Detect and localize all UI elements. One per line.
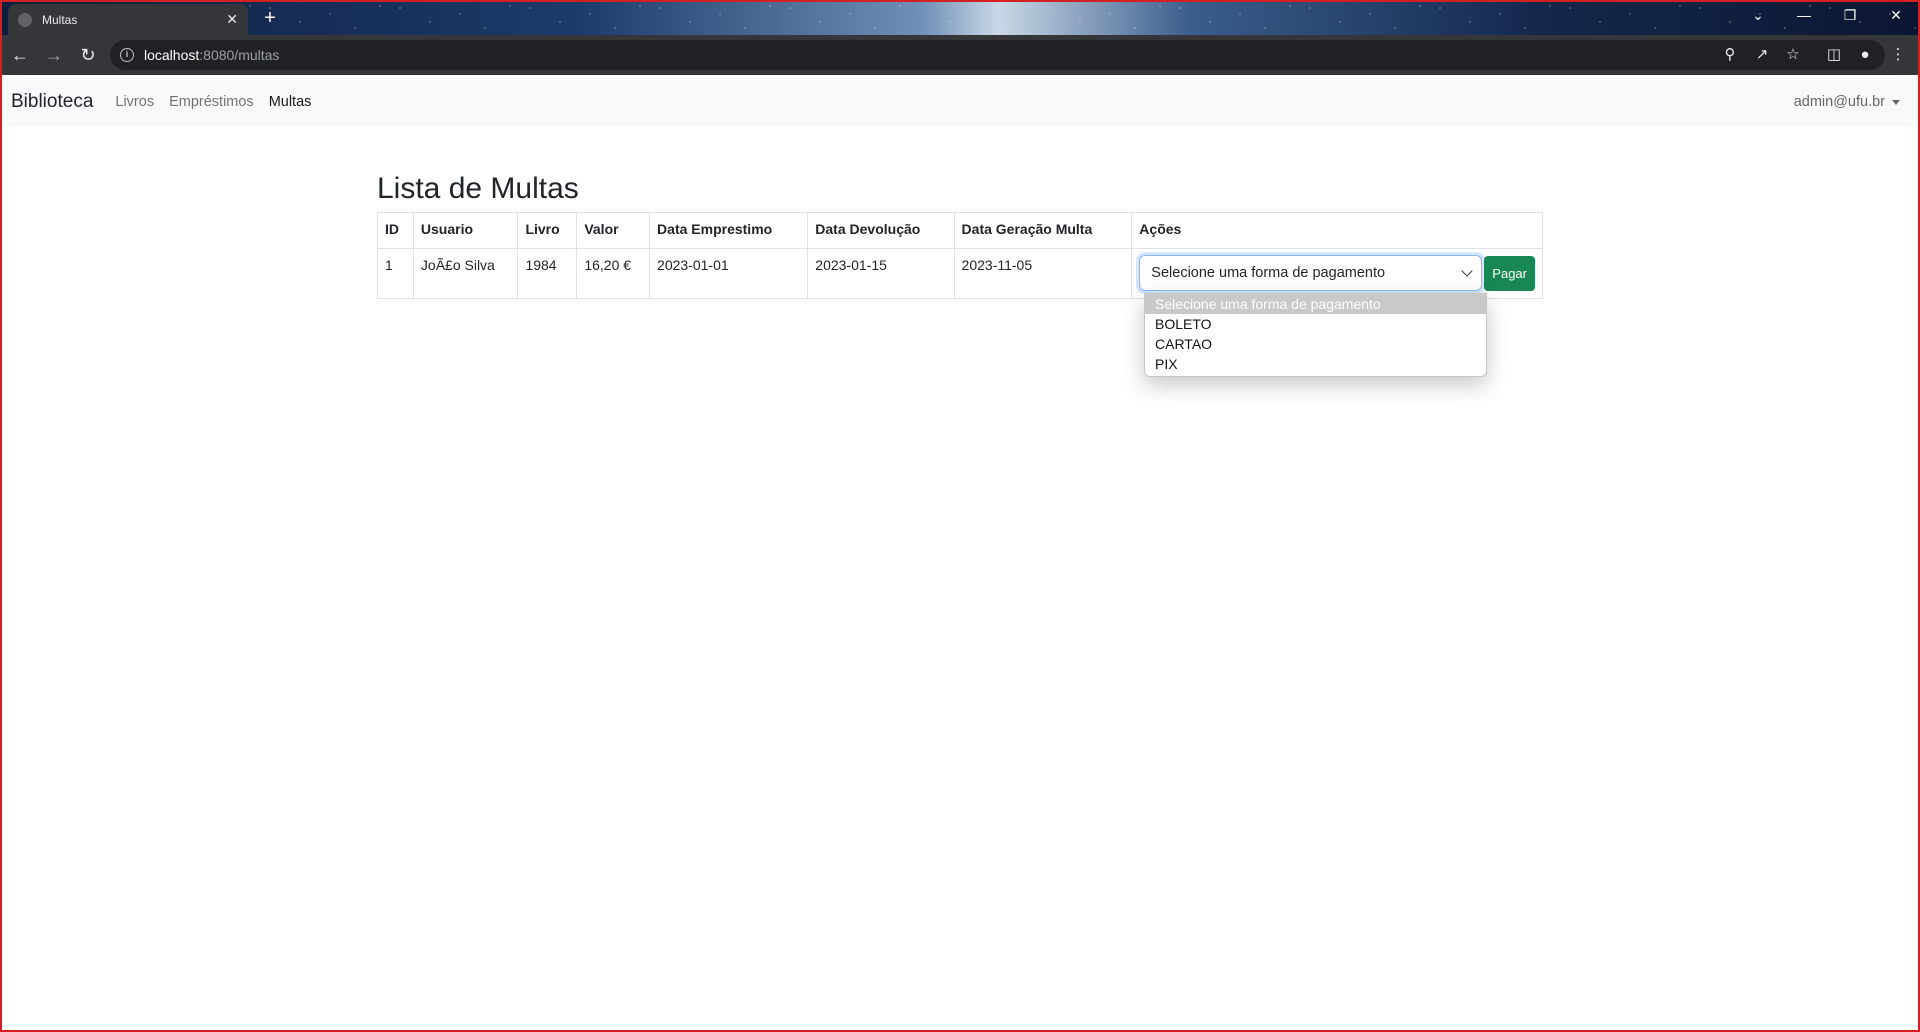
- cell-valor: 16,20 €: [576, 248, 651, 299]
- option-boleto[interactable]: BOLETO: [1145, 314, 1486, 334]
- navbar-brand[interactable]: Biblioteca: [11, 91, 93, 113]
- nav-link-multas[interactable]: Multas: [269, 94, 312, 110]
- bookmark-star-icon[interactable]: ☆: [1781, 42, 1805, 66]
- tab-search-icon[interactable]: ⌄: [1735, 0, 1781, 30]
- header-data-geracao: Data Geração Multa: [953, 212, 1133, 249]
- side-panel-icon[interactable]: ◫: [1822, 42, 1846, 66]
- option-placeholder[interactable]: Selecione uma forma de pagamento: [1145, 294, 1486, 314]
- tab-favicon-icon: [18, 12, 32, 27]
- page-title: Lista de Multas: [377, 172, 579, 205]
- user-menu[interactable]: admin@ufu.br: [1794, 94, 1900, 110]
- reload-icon[interactable]: ↻: [74, 41, 102, 69]
- nav-link-livros[interactable]: Livros: [115, 94, 154, 110]
- cell-data-geracao: 2023-11-05: [953, 248, 1133, 299]
- header-data-emprestimo: Data Emprestimo: [649, 212, 809, 249]
- header-id: ID: [377, 212, 414, 249]
- header-acoes: Ações: [1131, 212, 1543, 249]
- table-row: 1 JoÃ£o Silva 1984 16,20 € 2023-01-01 20…: [377, 248, 1543, 299]
- window-close-icon[interactable]: ✕: [1873, 0, 1919, 30]
- cell-data-emprestimo: 2023-01-01: [649, 248, 809, 299]
- site-info-icon[interactable]: i: [120, 48, 134, 62]
- caret-down-icon: [1892, 99, 1900, 105]
- cell-usuario: JoÃ£o Silva: [412, 248, 519, 299]
- payment-options-dropdown: Selecione uma forma de pagamento BOLETO …: [1144, 293, 1487, 377]
- restore-icon[interactable]: ❐: [1827, 0, 1873, 30]
- url-path: :8080/multas: [199, 47, 280, 63]
- forward-arrow-icon[interactable]: →: [40, 41, 68, 69]
- option-cartao[interactable]: CARTAO: [1145, 334, 1486, 354]
- minimize-icon[interactable]: —: [1781, 0, 1827, 30]
- address-bar[interactable]: i localhost:8080/multas: [110, 40, 1885, 70]
- window-frame: [0, 0, 1920, 1032]
- back-arrow-icon[interactable]: ←: [6, 41, 34, 69]
- browser-toolbar: ← → ↻ i localhost:8080/multas: [0, 35, 1920, 75]
- main-content: Lista de Multas ID Usuario Livro Valor D…: [377, 172, 1543, 299]
- pay-button[interactable]: Pagar: [1484, 255, 1535, 291]
- new-tab-button[interactable]: +: [256, 5, 284, 31]
- fines-table: ID Usuario Livro Valor Data Emprestimo D…: [377, 212, 1543, 299]
- header-usuario: Usuario: [412, 212, 519, 249]
- payment-select-value: Selecione uma forma de pagamento: [1151, 265, 1386, 281]
- profile-avatar-icon[interactable]: ●: [1853, 42, 1877, 66]
- user-email: admin@ufu.br: [1793, 94, 1885, 110]
- actions-group: Selecione uma forma de pagamento Pagar: [1139, 255, 1535, 291]
- chevron-down-icon: [1461, 265, 1473, 277]
- zoom-icon[interactable]: ⚲: [1718, 42, 1742, 66]
- browser-menu-icon[interactable]: ⋮: [1886, 42, 1910, 66]
- tab-close-icon[interactable]: ✕: [226, 11, 238, 28]
- cell-acoes: Selecione uma forma de pagamento Pagar: [1131, 248, 1543, 299]
- option-pix[interactable]: PIX: [1145, 354, 1486, 374]
- header-valor: Valor: [576, 212, 651, 249]
- cell-id: 1: [377, 248, 414, 299]
- cell-data-devolucao: 2023-01-15: [807, 248, 955, 299]
- tab-title: Multas: [42, 12, 78, 27]
- header-livro: Livro: [517, 212, 578, 249]
- browser-tab-strip: Multas ✕ + ⌄ — ❐ ✕: [0, 0, 1920, 35]
- app-navbar: Biblioteca Livros Empréstimos Multas adm…: [2, 77, 1918, 127]
- browser-tab[interactable]: Multas ✕: [8, 4, 248, 35]
- tab-strip-background: [0, 0, 1920, 35]
- nav-link-emprestimos[interactable]: Empréstimos: [169, 94, 254, 110]
- cell-livro: 1984: [517, 248, 578, 299]
- url-host: localhost: [144, 47, 200, 63]
- header-data-devolucao: Data Devolução: [807, 212, 955, 249]
- share-icon[interactable]: ↗: [1750, 42, 1774, 66]
- payment-method-select[interactable]: Selecione uma forma de pagamento: [1139, 255, 1483, 291]
- table-header-row: ID Usuario Livro Valor Data Emprestimo D…: [377, 212, 1543, 249]
